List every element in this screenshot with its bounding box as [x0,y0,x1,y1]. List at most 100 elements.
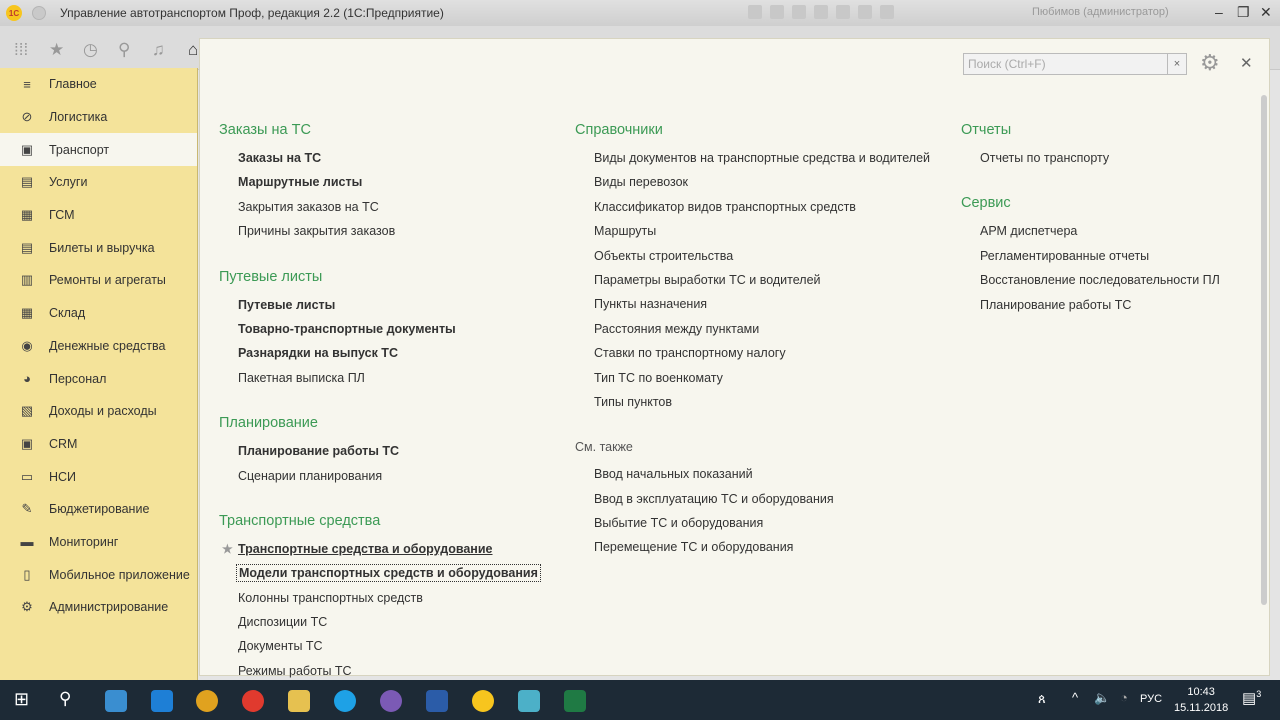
command-link[interactable]: Документы ТС [219,638,539,662]
sidebar-item[interactable]: ▧ Доходы и расходы [0,395,197,428]
command-link[interactable]: Сценарии планирования [219,468,539,492]
1c-icon[interactable] [472,690,494,712]
yandex-icon[interactable] [242,690,264,712]
notifications-icon[interactable]: ▤3 [1242,689,1261,707]
command-link[interactable]: Ставки по транспортному налогу [575,345,930,369]
command-link[interactable]: Колонны транспортных средств [219,590,539,614]
sidebar-item[interactable]: ◉ Денежные средства [0,330,197,363]
sidebar-item[interactable]: ⚙ Администрирование [0,591,197,624]
doc-icon[interactable] [836,5,850,19]
command-link[interactable]: Пункты назначения [575,296,930,320]
command-link[interactable]: Расстояния между пунктами [575,321,930,345]
command-link[interactable]: Регламентированные отчеты [961,248,1220,272]
explorer-icon[interactable] [288,690,310,712]
sidebar-item[interactable]: ▯ Мобильное приложение [0,558,197,591]
command-link[interactable]: Маршрутные листы [219,174,539,198]
command-link[interactable]: Параметры выработки ТС и водителей [575,272,930,296]
language-indicator[interactable]: РУС [1140,693,1162,705]
snowflake-app-icon[interactable] [518,690,540,712]
command-link[interactable]: ★ Транспортные средства и оборудование [219,541,539,565]
viber-icon[interactable] [380,690,402,712]
volume-icon[interactable]: 🔈 [1094,690,1110,706]
favorites-star-icon[interactable]: ★ [49,40,64,60]
skype-icon[interactable] [334,690,356,712]
close-window-button[interactable]: ✕ [1260,4,1272,21]
command-link[interactable]: Маршруты [575,223,930,247]
print-icon[interactable] [770,5,784,19]
save-icon[interactable] [748,5,762,19]
command-link[interactable]: Выбытие ТС и оборудования [575,515,930,539]
clock[interactable]: 10:43 15.11.2018 [1174,684,1228,716]
command-link[interactable]: Тип ТС по военкомату [575,370,930,394]
sidebar-item[interactable]: ▭ НСИ [0,460,197,493]
command-link[interactable]: АРМ диспетчера [961,223,1220,247]
maximize-button[interactable]: ❐ [1237,4,1250,21]
command-link[interactable]: Планирование работы ТС [961,297,1220,321]
command-link[interactable]: Закрытия заказов на ТС [219,199,539,223]
command-link[interactable]: Ввод в эксплуатацию ТС и оборудования [575,491,930,515]
command-link[interactable]: Виды документов на транспортные средства… [575,150,930,174]
sidebar-item[interactable]: ▤ Услуги [0,166,197,199]
command-link[interactable]: Типы пунктов [575,394,930,418]
command-link[interactable]: Виды перевозок [575,174,930,198]
sidebar-item[interactable]: ▣ CRM [0,428,197,461]
sidebar-item[interactable]: ◕ Персонал [0,362,197,395]
wifi-icon[interactable]: ◔ [1120,690,1128,705]
excel-icon[interactable] [564,690,586,712]
people-icon[interactable]: ጰ [1038,691,1046,707]
tray-chevron-icon[interactable]: ^ [1072,690,1078,705]
scrollbar-thumb[interactable] [1261,95,1267,605]
command-link[interactable]: Ввод начальных показаний [575,466,930,490]
command-link[interactable]: Отчеты по транспорту [961,150,1220,174]
history-icon[interactable]: ◷ [83,40,98,60]
command-link[interactable]: Путевые листы [219,297,539,321]
favorite-star-icon[interactable]: ★ [222,541,233,557]
calc-icon[interactable] [858,5,872,19]
command-link[interactable]: Заказы на ТС [219,150,539,174]
command-label: Сценарии планирования [238,468,383,483]
command-link[interactable]: Разнарядки на выпуск ТС [219,345,539,369]
sidebar-item[interactable]: ✎ Бюджетирование [0,493,197,526]
taskbar-search-icon[interactable]: ⚲ [59,689,71,709]
menu-button[interactable] [32,6,46,20]
apps-grid-icon[interactable]: ⁞⁞⁞ [14,40,28,60]
command-link[interactable]: Причины закрытия заказов [219,223,539,247]
scrollbar[interactable] [1260,87,1268,667]
settings-gear-icon[interactable]: ⚙ [1200,50,1220,76]
sidebar-item[interactable]: ▤ Билеты и выручка [0,231,197,264]
taskbar-app-icon[interactable] [105,690,127,712]
search-input[interactable]: Поиск (Ctrl+F) [963,53,1168,75]
sidebar-item[interactable]: ▬ Мониторинг [0,526,197,559]
minimize-button[interactable]: – [1215,4,1223,20]
chrome-icon[interactable] [196,690,218,712]
current-user[interactable]: Пюбимов (администратор) [1032,6,1169,18]
search-icon[interactable]: ⚲ [118,40,130,60]
command-link[interactable]: Планирование работы ТС [219,443,539,467]
sidebar-item[interactable]: ▣ Транспорт [0,133,197,167]
sidebar-item[interactable]: ≡ Главное [0,68,197,101]
command-link[interactable]: Пакетная выписка ПЛ [219,370,539,394]
section-group: Справочники Виды документов на транспортн… [575,121,930,418]
command-link[interactable]: Диспозиции ТС [219,614,539,638]
command-link[interactable]: Модели транспортных средств и оборудован… [219,564,541,589]
search-clear-button[interactable]: × [1168,53,1187,75]
command-label: Отчеты по транспорту [980,151,1110,165]
close-panel-button[interactable]: ✕ [1240,54,1253,72]
command-link[interactable]: Объекты строительства [575,248,930,272]
command-link[interactable]: Товарно-транспортные документы [219,321,539,345]
sidebar-item[interactable]: ▦ Склад [0,297,197,330]
preview-icon[interactable] [792,5,806,19]
upload-icon[interactable] [814,5,828,19]
sidebar-item[interactable]: ⊘ Логистика [0,101,197,134]
edge-icon[interactable] [151,690,173,712]
sidebar-item[interactable]: ▦ ГСМ [0,199,197,232]
sidebar-item[interactable]: ▥ Ремонты и агрегаты [0,264,197,297]
start-windows-icon[interactable]: ⊞ [14,689,29,710]
command-link[interactable]: Перемещение ТС и оборудования [575,539,930,563]
command-link[interactable]: Классификатор видов транспортных средств [575,199,930,223]
calendar-icon[interactable] [880,5,894,19]
command-link[interactable]: Восстановление последовательности ПЛ [961,272,1220,296]
word-icon[interactable] [426,690,448,712]
home-icon[interactable]: ⌂ [188,40,198,60]
bell-icon[interactable]: ♫ [152,40,165,60]
